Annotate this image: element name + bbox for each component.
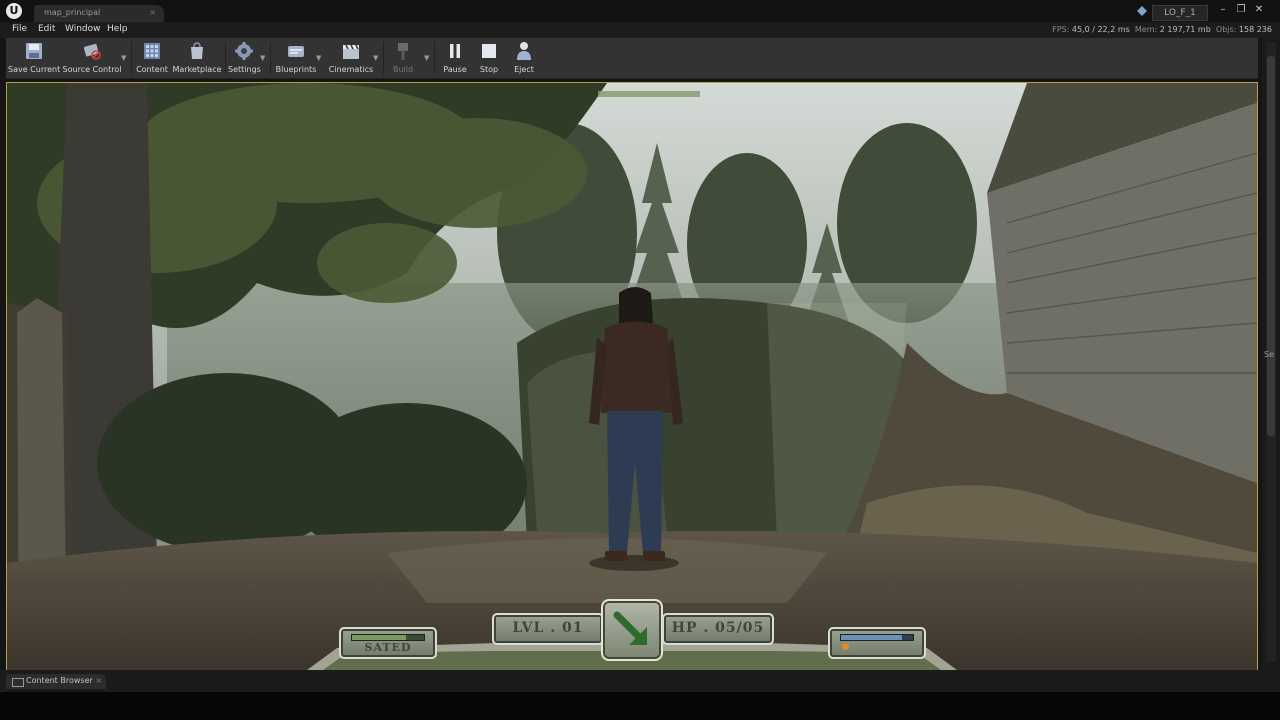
build-label: Build <box>392 65 414 74</box>
settings-label: Settings <box>228 65 261 74</box>
save-icon <box>26 43 42 59</box>
forest-scene <box>7 83 1257 670</box>
performance-stats: FPS: 45,0 / 22,2 ms Mem: 2 197,71 mb Obj… <box>1052 25 1272 34</box>
direction-compass <box>601 599 663 661</box>
source-control-dropdown-icon[interactable]: ▼ <box>121 54 126 62</box>
level-text: LVL . 01 <box>512 620 584 636</box>
toolbar-divider <box>434 42 435 74</box>
pause-icon <box>450 44 460 58</box>
arrow-down-right-icon <box>613 611 647 645</box>
stop-label: Stop <box>479 65 499 74</box>
cinematics-label: Cinematics <box>328 65 374 74</box>
scrollbar-thumb[interactable] <box>1267 56 1275 436</box>
tab-close-icon[interactable]: × <box>149 8 156 17</box>
unreal-logo-icon: U <box>6 3 22 19</box>
stamina-indicator-icon <box>842 643 849 650</box>
toolbar-divider <box>383 42 384 74</box>
minimize-icon[interactable]: – <box>1216 3 1230 17</box>
content-grid-icon <box>144 43 160 59</box>
content-browser-label: Content Browser <box>26 676 93 685</box>
blueprints-dropdown-icon[interactable]: ▼ <box>316 54 321 62</box>
source-control-icon <box>83 43 101 60</box>
hunger-status-text: SATED <box>364 641 412 654</box>
tab-map-principal[interactable]: map_principal × <box>34 5 164 22</box>
blueprint-icon <box>288 46 304 57</box>
build-hammer-icon <box>398 43 408 60</box>
settings-dropdown-icon[interactable]: ▼ <box>260 54 265 62</box>
toolbar-divider <box>225 42 226 74</box>
content-label: Content <box>136 65 168 74</box>
marketplace-bag-icon <box>191 42 203 59</box>
menu-help[interactable]: Help <box>107 24 128 34</box>
cinematics-dropdown-icon[interactable]: ▼ <box>373 54 378 62</box>
hp-text: HP . 05/05 <box>671 620 765 636</box>
hunger-panel: SATED <box>339 627 437 659</box>
stamina-bar <box>840 634 914 641</box>
tab-title: map_principal <box>44 8 101 17</box>
stamina-bar-fill <box>841 635 903 640</box>
save-current-label: Save Current <box>8 65 61 74</box>
content-browser-tab[interactable]: Content Browser × <box>6 674 106 689</box>
maximize-icon[interactable]: ❐ <box>1234 3 1248 17</box>
build-dropdown-icon[interactable]: ▼ <box>424 54 429 62</box>
hunger-bar <box>351 634 425 641</box>
side-panel-label: Se <box>1264 350 1274 359</box>
pause-button[interactable]: Pause <box>438 38 472 78</box>
letterbox-band <box>0 692 1280 720</box>
mem-label: Mem: <box>1134 25 1158 34</box>
menu-edit[interactable]: Edit <box>38 24 55 34</box>
objs-value: 158 236 <box>1238 25 1272 34</box>
eject-person-icon <box>517 42 531 60</box>
menu-file[interactable]: File <box>12 24 27 34</box>
save-current-button[interactable]: Save Current <box>8 38 60 78</box>
blueprints-label: Blueprints <box>275 65 317 74</box>
eject-label: Eject <box>514 65 534 74</box>
source-control-label: Source Control <box>62 65 122 74</box>
close-window-icon[interactable]: ✕ <box>1252 3 1266 17</box>
details-panel-edge: Se <box>1262 38 1280 670</box>
blueprints-button[interactable]: Blueprints <box>274 38 318 78</box>
title-bar: U map_principal × LO_F_1 – ❐ ✕ <box>0 0 1280 22</box>
stamina-panel <box>828 627 926 659</box>
fps-label: FPS: <box>1052 25 1070 34</box>
build-button[interactable]: Build <box>386 38 420 78</box>
content-browser-icon <box>12 678 24 687</box>
marketplace-label: Marketplace <box>172 65 222 74</box>
level-panel: LVL . 01 <box>492 613 604 645</box>
gear-icon <box>235 42 253 60</box>
objs-label: Objs: <box>1215 25 1237 34</box>
menu-bar: File Edit Window Help FPS: 45,0 / 22,2 m… <box>0 22 1280 38</box>
eject-button[interactable]: Eject <box>508 38 540 78</box>
cinematics-button[interactable]: Cinematics <box>326 38 376 78</box>
mem-value: 2 197,71 mb <box>1159 25 1211 34</box>
clapperboard-icon <box>343 44 359 59</box>
menu-window[interactable]: Window <box>65 24 101 34</box>
project-name[interactable]: LO_F_1 <box>1152 5 1208 21</box>
content-browser-close-icon[interactable]: × <box>95 676 102 685</box>
hunger-bar-fill <box>352 635 406 640</box>
game-viewport[interactable]: SATED LVL . 01 HP . 05/05 <box>6 82 1258 671</box>
toolbar-divider <box>270 42 271 74</box>
stop-button[interactable]: Stop <box>474 38 504 78</box>
main-toolbar: Save Current Source Control ▼ Content Ma… <box>6 38 1258 79</box>
project-icon <box>1137 6 1147 16</box>
hp-panel: HP . 05/05 <box>662 613 774 645</box>
objective-progress-bar <box>598 91 700 97</box>
settings-button[interactable]: Settings <box>228 38 261 78</box>
source-control-button[interactable]: Source Control <box>62 38 122 78</box>
content-button[interactable]: Content <box>134 38 170 78</box>
stop-icon <box>482 44 496 58</box>
bottom-panel: Content Browser × <box>0 670 1280 692</box>
pause-label: Pause <box>443 65 467 74</box>
fps-value: 45,0 / 22,2 ms <box>1071 25 1130 34</box>
toolbar-divider <box>131 42 132 74</box>
marketplace-button[interactable]: Marketplace <box>172 38 222 78</box>
